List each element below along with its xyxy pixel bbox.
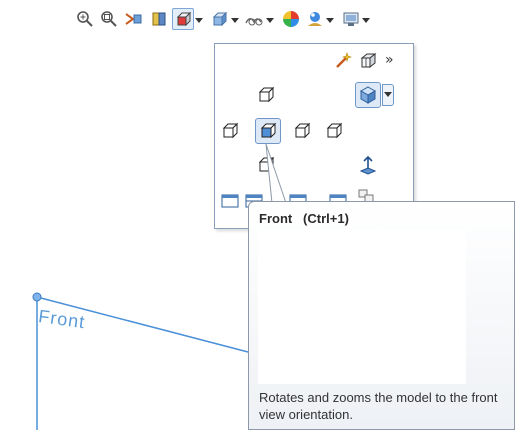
tooltip-preview-area: [258, 229, 466, 384]
top-view-icon[interactable]: [255, 84, 277, 106]
hide-show-dropdown-arrow[interactable]: [266, 17, 274, 25]
edit-appearance-icon[interactable]: [280, 8, 302, 30]
apply-scene-icon[interactable]: [304, 8, 326, 30]
single-view-icon[interactable]: [219, 190, 241, 212]
apply-scene-dropdown-arrow[interactable]: [326, 17, 334, 25]
previous-view-icon[interactable]: [122, 8, 144, 30]
new-view-icon[interactable]: [357, 50, 379, 72]
zoom-to-fit-icon[interactable]: [74, 8, 96, 30]
plane-handle: [32, 292, 42, 302]
left-view-icon[interactable]: [219, 120, 241, 142]
view-settings-dropdown-arrow[interactable]: [362, 17, 370, 25]
view-settings-icon[interactable]: [340, 8, 362, 30]
display-style-dropdown-arrow[interactable]: [231, 17, 239, 25]
section-view-icon[interactable]: [148, 8, 170, 30]
front-view-icon[interactable]: [255, 118, 281, 144]
view-selector-icon[interactable]: [333, 50, 355, 72]
back-view-icon[interactable]: [323, 120, 345, 142]
isometric-dropdown-arrow[interactable]: [382, 84, 394, 106]
isometric-view-icon[interactable]: [355, 82, 381, 108]
zoom-to-area-icon[interactable]: [98, 8, 120, 30]
front-view-tooltip: Front (Ctrl+1) Rotates and zooms the mod…: [248, 201, 515, 430]
heads-up-view-toolbar: [74, 8, 494, 38]
hide-show-items-icon[interactable]: [244, 8, 266, 30]
view-orientation-dropdown-arrow[interactable]: [195, 17, 203, 25]
expand-chevron[interactable]: »: [385, 52, 394, 68]
tooltip-title: Front (Ctrl+1): [259, 211, 349, 226]
view-orientation-icon[interactable]: [172, 8, 194, 30]
display-style-icon[interactable]: [208, 8, 230, 30]
tooltip-description: Rotates and zooms the model to the front…: [259, 390, 498, 422]
right-view-icon[interactable]: [291, 120, 313, 142]
normal-to-icon[interactable]: [357, 154, 379, 176]
bottom-view-icon[interactable]: [255, 154, 277, 176]
